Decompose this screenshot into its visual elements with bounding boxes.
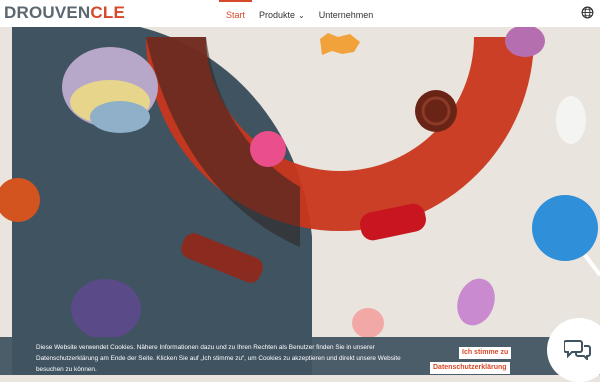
main-nav: Start Produkte ⌄ Unternehmen [219, 0, 380, 27]
candy-white [556, 96, 586, 144]
candy-pink-raspberry [250, 131, 286, 167]
site-header: DROUVENCLE Start Produkte ⌄ Unternehmen [0, 0, 600, 27]
nav-item-unternehmen[interactable]: Unternehmen [312, 0, 381, 27]
hero-illustration [0, 27, 600, 375]
candy-chocolate [415, 90, 457, 132]
candy-light-pink [352, 308, 384, 338]
cookie-accept-button[interactable]: Ich stimme zu [459, 347, 512, 359]
candy-lollipop [532, 195, 598, 261]
hero-image [0, 27, 600, 375]
privacy-policy-button[interactable]: Datenschutzerklärung [430, 362, 510, 374]
chevron-down-icon: ⌄ [298, 11, 305, 20]
chat-bubbles-icon [564, 340, 591, 360]
cookie-text: Diese Website verwendet Cookies. Nähere … [36, 344, 401, 373]
nav-item-produkte[interactable]: Produkte ⌄ [252, 0, 312, 27]
globe-icon[interactable] [581, 6, 594, 19]
logo[interactable]: DROUVENCLE [4, 3, 125, 23]
candy-dark-purple [71, 279, 141, 339]
nav-item-start[interactable]: Start [219, 0, 253, 27]
